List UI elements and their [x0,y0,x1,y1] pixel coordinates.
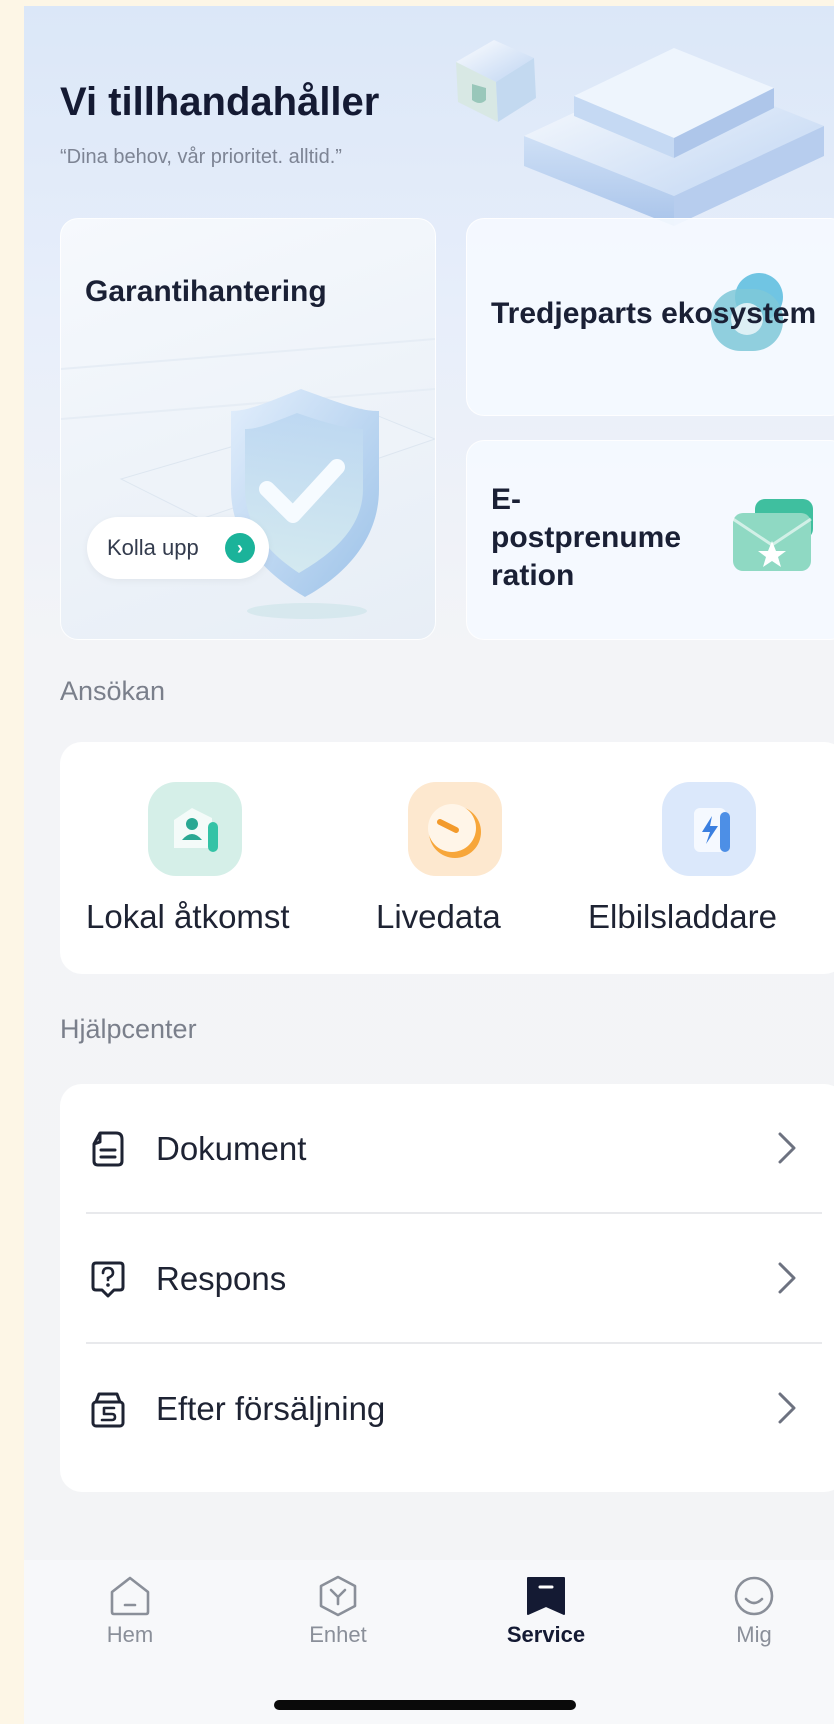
tab-profile-label: Mig [736,1622,772,1647]
after-sales-icon [91,1392,125,1428]
chevron-right-icon [778,1262,796,1294]
app-local-access-label: Lokal åtkomst [86,898,290,935]
tab-device[interactable]: Enhet [278,1574,398,1648]
feedback-icon [91,1261,125,1298]
chevron-right-icon: › [225,533,255,563]
tab-home[interactable]: Hem [70,1574,190,1648]
document-icon [92,1131,124,1167]
home-indicator[interactable] [274,1700,576,1710]
device-icon [319,1575,357,1617]
service-screen: Vi tillhandahåller “Dina behov, vår prio… [24,6,834,1724]
email-title-line: E- [491,483,521,516]
mail-star-icon [732,499,813,571]
app-ev-charger-label: Elbilsladdare [588,898,777,935]
page-subtitle: “Dina behov, vår prioritet. alltid.” [60,146,342,168]
service-icon [527,1577,565,1615]
tab-device-label: Enhet [309,1622,367,1647]
home-icon [110,1576,150,1616]
thirdparty-ecosystem-title: Tredjeparts ekosystem [491,297,817,330]
email-title-line: ration [491,559,575,592]
help-item-after-sales-label: Efter försäljning [156,1390,386,1427]
app-local-access[interactable]: Lokal åtkomst [60,742,324,974]
chevron-right-icon [778,1392,796,1424]
tab-service-label: Service [506,1622,586,1647]
warranty-card[interactable]: Garantihantering Kolla upp › [60,218,436,640]
app-live-data[interactable]: Livedata [324,742,588,974]
help-section-label: Hjälpcenter [60,1014,197,1044]
chevron-right-icon [778,1132,796,1164]
help-item-after-sales[interactable]: Efter försäljning [60,1344,834,1474]
email-subscription-title: E- postprenume ration [491,481,681,595]
email-title-line: postprenume [491,521,682,554]
profile-icon [734,1576,774,1616]
check-warranty-button-label: Kolla upp [107,535,199,560]
thirdparty-ecosystem-card[interactable]: Tredjeparts ekosystem [466,218,834,416]
tab-profile[interactable]: Mig [694,1574,814,1648]
page-title: Vi tillhandahåller [60,80,380,124]
tab-service[interactable]: Service [486,1574,606,1648]
warranty-card-title: Garantihantering [85,275,327,308]
ev-charger-icon [662,782,756,876]
app-ev-charger[interactable]: Elbilsladdare [588,742,834,974]
help-item-documents[interactable]: Dokument [60,1084,834,1214]
help-item-feedback-label: Respons [156,1260,287,1297]
decorative-cubes-illustration [456,40,824,226]
email-subscription-card[interactable]: E- postprenume ration [466,440,834,640]
tab-home-label: Hem [106,1622,154,1647]
help-item-documents-label: Dokument [156,1130,307,1167]
shield-check-icon [61,338,435,619]
app-live-data-label: Livedata [376,898,501,935]
check-warranty-button[interactable]: Kolla upp › [87,517,269,579]
help-item-feedback[interactable]: Respons [60,1214,834,1344]
local-access-icon [148,782,242,876]
live-data-icon [408,782,502,876]
apps-section-label: Ansökan [60,676,166,706]
help-center-card: Dokument Respons Efter försäljning [60,1084,834,1492]
apps-card: Lokal åtkomst Livedata Elbilsladdare [60,742,834,974]
